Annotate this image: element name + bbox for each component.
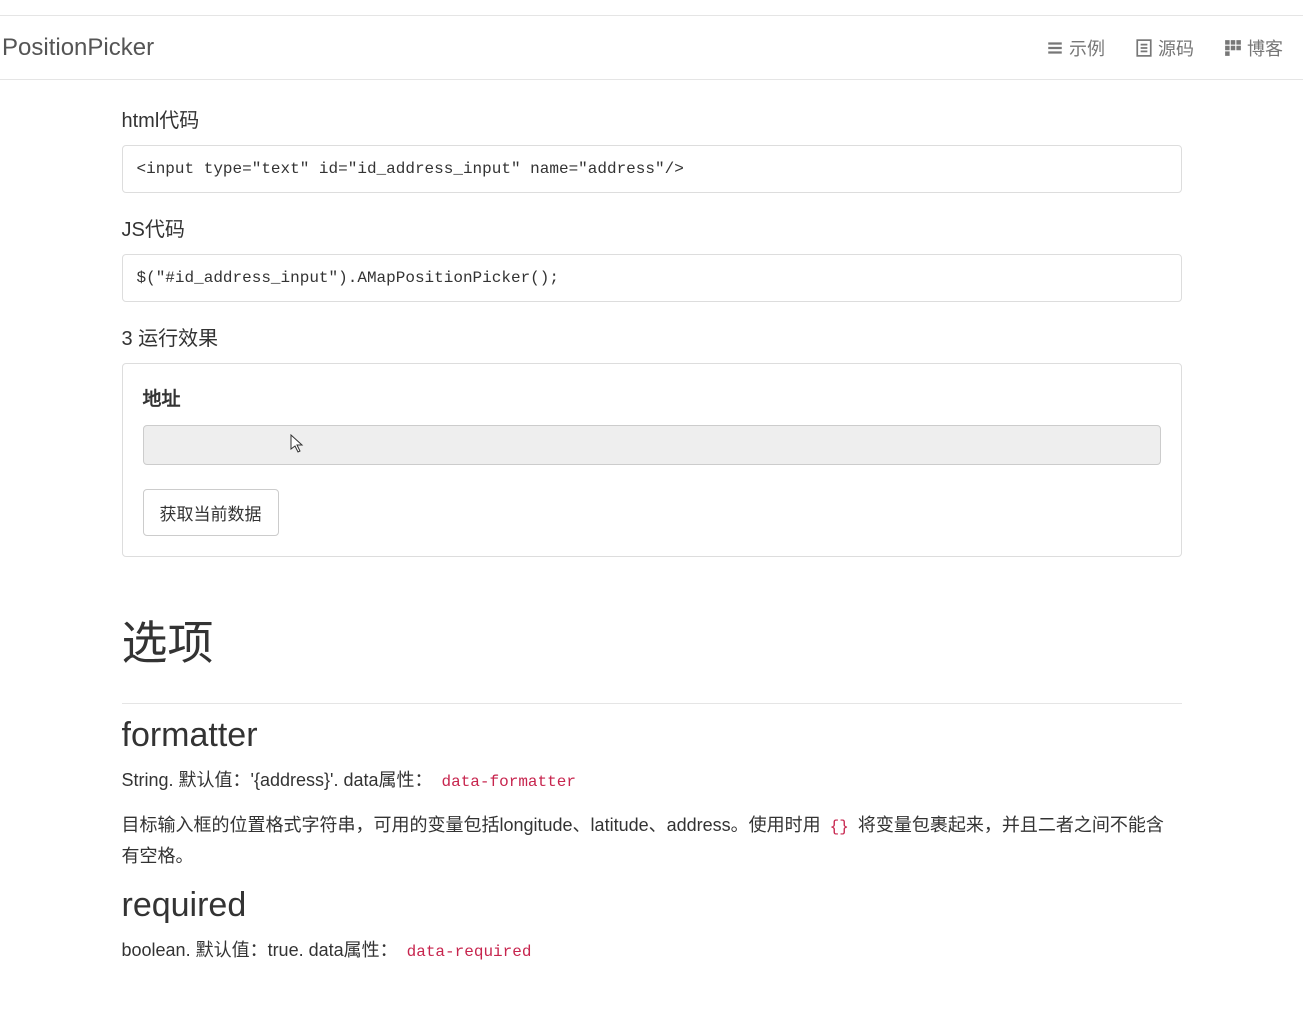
required-data-attr: data-required [403,941,536,963]
formatter-type-prefix: String. 默认值：'{address}'. data属性： [122,770,438,790]
formatter-heading: formatter [122,716,1182,755]
navbar: PositionPicker 示例 源码 博客 [0,16,1303,80]
get-data-button[interactable]: 获取当前数据 [143,489,279,536]
demo-box: 地址 获取当前数据 [122,363,1182,557]
html-code-label: html代码 [122,104,1182,133]
divider [122,703,1182,704]
nav-blog-link[interactable]: 博客 [1224,35,1283,61]
nav-source-link[interactable]: 源码 [1135,35,1194,61]
address-field-label: 地址 [143,384,1161,411]
main-content: html代码 <input type="text" id="id_address… [122,104,1182,1020]
js-code-block: $("#id_address_input").AMapPositionPicke… [122,254,1182,302]
nav-examples-label: 示例 [1069,35,1105,61]
js-code-label: JS代码 [122,213,1182,242]
nav-source-label: 源码 [1158,35,1194,61]
list-icon [1046,39,1064,57]
required-heading: required [122,886,1182,925]
formatter-type-line: String. 默认值：'{address}'. data属性： data-fo… [122,765,1182,796]
formatter-data-attr: data-formatter [438,771,580,793]
required-type-line: boolean. 默认值：true. data属性： data-required [122,935,1182,966]
document-icon [1135,39,1153,57]
nav-examples-link[interactable]: 示例 [1046,35,1105,61]
top-bar [0,0,1303,16]
navbar-nav: 示例 源码 博客 [1046,35,1283,61]
nav-blog-label: 博客 [1247,35,1283,61]
formatter-description: 目标输入框的位置格式字符串，可用的变量包括longitude、latitude、… [122,810,1182,872]
formatter-desc-before: 目标输入框的位置格式字符串，可用的变量包括longitude、latitude、… [122,815,826,835]
grid-icon [1224,39,1242,57]
html-code-block: <input type="text" id="id_address_input"… [122,145,1182,193]
navbar-brand[interactable]: PositionPicker [0,34,154,62]
run-effect-label: 3 运行效果 [122,322,1182,351]
address-input[interactable] [143,425,1161,465]
options-heading: 选项 [122,607,1182,673]
braces-code: {} [826,816,853,838]
required-type-prefix: boolean. 默认值：true. data属性： [122,940,403,960]
